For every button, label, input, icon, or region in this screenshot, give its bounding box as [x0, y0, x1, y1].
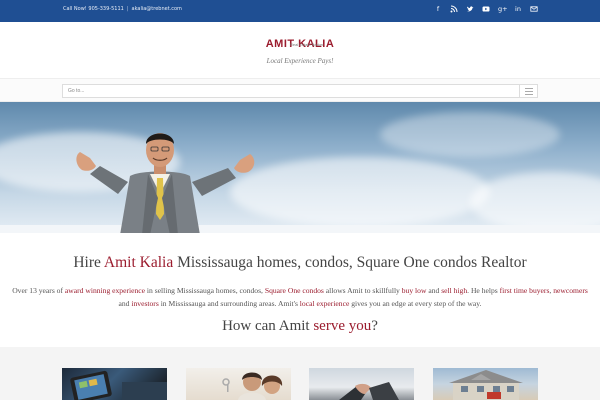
nav-select-label: Go to... [68, 88, 85, 94]
twitter-icon[interactable] [466, 5, 474, 13]
mobile-nav-select[interactable]: Go to... [62, 84, 538, 98]
site-header: AMIT KALIA Real Estate Broker Local Expe… [0, 22, 600, 78]
contact-separator: | [126, 6, 129, 12]
newcomers-link[interactable]: newcomers [553, 286, 588, 295]
service-thumbnail-mobile[interactable] [62, 368, 167, 400]
email-link[interactable]: akalia@trebnet.com [132, 6, 182, 12]
hero-banner [0, 102, 600, 233]
youtube-icon[interactable] [482, 5, 490, 13]
page-headline: Hire Amit Kalia Mississauga homes, condo… [0, 254, 600, 272]
intro-paragraph: Over 13 years of award winning experienc… [10, 284, 590, 310]
para-text: and [118, 299, 132, 308]
facebook-icon[interactable]: f [434, 5, 442, 13]
subhead-suffix: ? [371, 318, 378, 334]
headline-suffix: Mississauga homes, condos, Square One co… [173, 254, 527, 271]
subhead-prefix: How can Amit [222, 318, 314, 334]
service-thumbnail-handshake[interactable] [309, 368, 414, 400]
first-time-buyers-link[interactable]: first time buyers [500, 286, 550, 295]
email-icon[interactable] [530, 5, 538, 13]
google-plus-icon[interactable]: g+ [498, 5, 508, 13]
para-text: and [426, 286, 442, 295]
subhead-accent: serve you [313, 318, 372, 334]
investors-link[interactable]: investors [131, 299, 158, 308]
linkedin-icon[interactable]: in [514, 5, 522, 13]
site-tagline: Local Experience Pays! [266, 57, 334, 65]
para-text: . He helps [467, 286, 500, 295]
social-links: f g+ in [434, 5, 538, 13]
para-text: in Mississauga and surrounding areas. Am… [158, 299, 300, 308]
services-strip [0, 347, 600, 400]
service-thumbnail-house[interactable] [433, 368, 538, 400]
buy-low-link[interactable]: buy low [402, 286, 427, 295]
sell-high-link[interactable]: sell high [441, 286, 467, 295]
rss-icon[interactable] [450, 5, 458, 13]
service-thumbnail-couple-keys[interactable] [186, 368, 291, 400]
navigation-bar: Go to... [0, 78, 600, 102]
phone-link[interactable]: Call Now! 905-339-5111 [63, 6, 124, 12]
top-bar: Call Now! 905-339-5111 | akalia@trebnet.co… [0, 0, 600, 22]
hamburger-icon[interactable] [519, 85, 537, 97]
section-heading: How can Amit serve you? [0, 318, 600, 335]
para-text: allows Amit to skillfully [323, 286, 402, 295]
para-text: gives you an edge at every step of the w… [349, 299, 482, 308]
headline-name: Amit Kalia [103, 254, 174, 271]
para-text: Over 13 years of [12, 286, 65, 295]
local-experience-link[interactable]: local experience [300, 299, 350, 308]
realtor-photo [76, 133, 255, 233]
logo-subtitle: Real Estate Broker [290, 42, 324, 47]
contact-info: Call Now! 905-339-5111 | akalia@trebnet.co… [63, 6, 182, 12]
award-link[interactable]: award winning experience [65, 286, 145, 295]
headline-prefix: Hire [73, 254, 104, 271]
square-one-link[interactable]: Square One condos [265, 286, 324, 295]
para-text: in selling Mississauga homes, condos, [145, 286, 265, 295]
